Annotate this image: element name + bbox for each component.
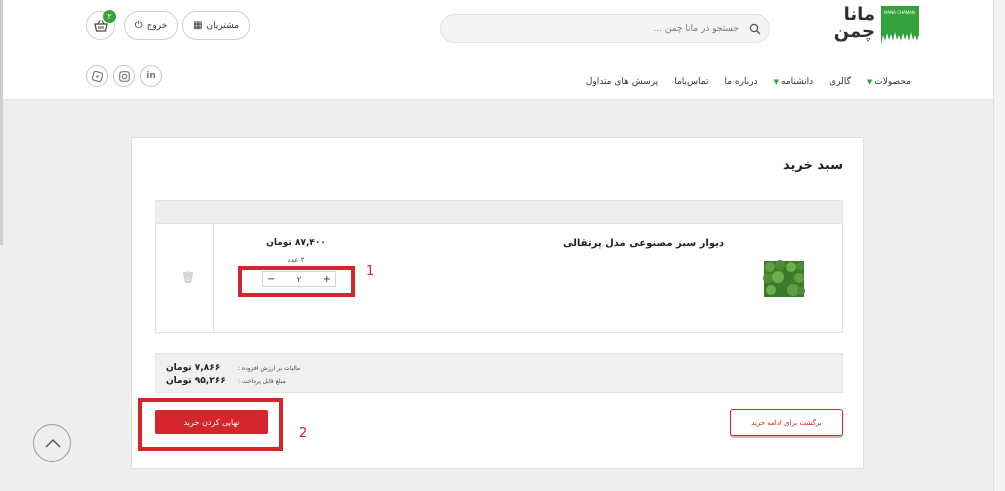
order-summary: ۷,۸۶۶ تومان مالیات بر ارزش افزوده : ۹۵,۲… (155, 353, 843, 393)
search-input[interactable] (453, 15, 753, 42)
item-quantity-text: ۲ عدد (287, 256, 305, 264)
logout-button[interactable]: خروج ⏻ (124, 11, 178, 40)
payable-row: ۹۵,۲۶۶ تومان مبلغ قابل پرداخت : (166, 376, 286, 386)
chevron-down-icon: ▼ (866, 78, 873, 86)
tax-amount: ۷,۸۶۶ تومان (166, 363, 221, 373)
page-title: سبد خرید (783, 158, 843, 173)
logo-grass-mark: MANA CHAMAN (881, 6, 919, 45)
annotation-box-quantity (238, 266, 355, 297)
instagram-icon[interactable] (113, 65, 135, 87)
product-name[interactable]: دیوار سبز مصنوعی مدل پرتقالی (563, 238, 724, 249)
cart-count-badge: ۲ (103, 10, 116, 23)
scroll-top-button[interactable] (33, 424, 71, 462)
nav-item-products[interactable]: محصولات ▼ (867, 75, 911, 89)
tax-label: مالیات بر ارزش افزوده : (238, 364, 301, 372)
left-edge (0, 0, 3, 245)
site-logo[interactable]: مانا چمن MANA CHAMAN (813, 6, 919, 46)
aparat-icon[interactable] (86, 65, 108, 87)
search-bar[interactable] (440, 14, 770, 43)
nav-item-faq[interactable]: پرسش های متداول (586, 75, 658, 89)
payable-label: مبلغ قابل پرداخت : (238, 377, 286, 385)
customers-button[interactable]: مشتریان ▦ (182, 11, 250, 40)
annotation-number-1: 1 (366, 264, 375, 279)
payable-amount: ۹۵,۲۶۶ تومان (166, 376, 226, 386)
chevron-up-icon (45, 439, 61, 448)
users-icon: ▦ (193, 20, 203, 31)
continue-shopping-button[interactable]: برگشت برای ادامه خرید (730, 409, 843, 436)
main-nav: محصولات ▼ گالری دانشنامه ▼ درباره ما تماس‌… (586, 75, 911, 89)
remove-column: 🗑 (156, 224, 214, 332)
annotation-box-finish (138, 398, 283, 451)
product-thumbnail[interactable] (762, 259, 806, 299)
item-price: ۸۷,۴۰۰ تومان (266, 238, 326, 248)
chevron-down-icon: ▼ (773, 78, 779, 86)
annotation-number-2: 2 (299, 426, 308, 441)
tax-row: ۷,۸۶۶ تومان مالیات بر ارزش افزوده : (166, 363, 300, 373)
nav-item-encyclopedia[interactable]: دانشنامه ▼ (774, 75, 814, 89)
search-icon[interactable] (749, 23, 761, 35)
logo-text: مانا چمن (833, 4, 875, 42)
linkedin-icon[interactable]: in (140, 65, 162, 87)
nav-item-about[interactable]: درباره ما (724, 75, 757, 89)
trash-icon[interactable]: 🗑 (181, 271, 195, 284)
cart-table-header (155, 200, 843, 224)
power-icon: ⏻ (134, 20, 143, 31)
nav-item-gallery[interactable]: گالری (829, 75, 851, 89)
nav-item-contact[interactable]: تماس‌باما (674, 75, 708, 89)
scrollbar[interactable] (993, 0, 1005, 491)
